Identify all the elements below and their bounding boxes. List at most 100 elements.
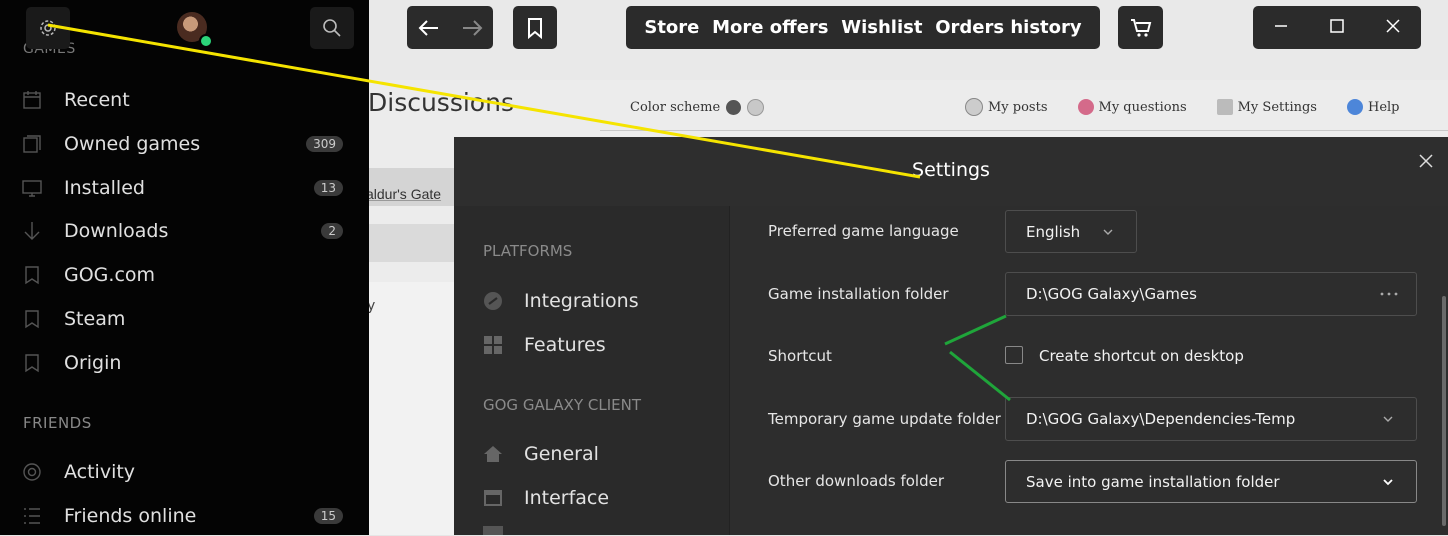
count-badge: 2 bbox=[321, 223, 343, 239]
thread-link[interactable]: aldur's Gate bbox=[366, 186, 441, 202]
cart-button[interactable] bbox=[1118, 6, 1163, 49]
chevron-down-icon bbox=[1103, 229, 1113, 235]
sidebar-item-label: Owned games bbox=[64, 133, 201, 155]
language-select[interactable]: English bbox=[1005, 210, 1137, 253]
friends-section-header: FRIENDS bbox=[23, 414, 92, 432]
other-downloads-select[interactable]: Save into game installation folder bbox=[1005, 460, 1417, 503]
platforms-header: PLATFORMS bbox=[483, 242, 573, 260]
list-icon bbox=[24, 508, 40, 524]
sidebar-item-installed[interactable]: Installed 13 bbox=[0, 168, 369, 208]
settings-nav-features[interactable]: Features bbox=[483, 327, 723, 363]
settings-nav-label: Integrations bbox=[524, 290, 639, 312]
settings-scrollbar[interactable] bbox=[1442, 296, 1446, 526]
sidebar-item-owned-games[interactable]: Owned games 309 bbox=[0, 124, 369, 164]
library-icon bbox=[23, 135, 41, 153]
temp-folder-select[interactable]: D:\GOG Galaxy\Dependencies-Temp bbox=[1005, 397, 1417, 441]
gear-icon bbox=[40, 20, 56, 36]
client-header: GOG GALAXY CLIENT bbox=[483, 396, 641, 414]
bookmark-icon bbox=[25, 354, 39, 373]
settings-nav-interface[interactable]: Interface bbox=[483, 480, 723, 516]
bookmark-icon bbox=[25, 310, 39, 329]
search-icon bbox=[323, 19, 341, 37]
install-folder-field[interactable]: D:\GOG Galaxy\Games bbox=[1005, 272, 1417, 316]
sidebar-item-downloads[interactable]: Downloads 2 bbox=[0, 211, 369, 251]
store-link[interactable]: Store bbox=[644, 17, 699, 38]
back-button[interactable] bbox=[407, 6, 450, 49]
sidebar-item-label: GOG.com bbox=[64, 264, 156, 286]
shortcut-checkbox-label[interactable]: Create shortcut on desktop bbox=[1039, 347, 1244, 365]
minimize-icon bbox=[1275, 24, 1287, 27]
sidebar-item-label: Friends online bbox=[64, 505, 197, 527]
other-downloads-value: Save into game installation folder bbox=[1026, 472, 1280, 491]
my-questions-link[interactable]: My questions bbox=[1077, 98, 1187, 116]
window-icon bbox=[484, 490, 502, 506]
settings-nav-label: Features bbox=[524, 334, 606, 356]
maximize-icon bbox=[1330, 18, 1344, 33]
other-downloads-label: Other downloads folder bbox=[768, 472, 945, 490]
close-icon bbox=[1386, 18, 1400, 33]
help-link[interactable]: Help bbox=[1346, 98, 1400, 116]
sidebar-item-gog[interactable]: GOG.com bbox=[0, 255, 369, 295]
window-controls bbox=[1253, 6, 1421, 49]
close-icon bbox=[1419, 154, 1433, 168]
shortcut-checkbox[interactable] bbox=[1005, 346, 1023, 364]
grid-icon bbox=[484, 336, 502, 354]
count-badge: 13 bbox=[313, 180, 343, 196]
discussions-title: Discussions bbox=[368, 88, 514, 117]
settings-nav-label: General bbox=[524, 443, 599, 465]
install-folder-value: D:\GOG Galaxy\Games bbox=[1026, 285, 1197, 303]
install-folder-label: Game installation folder bbox=[768, 285, 949, 303]
settings-nav-label: Interface bbox=[524, 487, 610, 509]
sidebar-item-label: Activity bbox=[64, 461, 136, 483]
count-badge: 309 bbox=[306, 136, 343, 152]
forward-button[interactable] bbox=[450, 6, 493, 49]
settings-button[interactable] bbox=[26, 7, 70, 49]
more-offers-link[interactable]: More offers bbox=[712, 17, 828, 38]
clock-icon bbox=[965, 98, 983, 116]
settings-nav-integrations[interactable]: Integrations bbox=[483, 283, 723, 319]
content-band bbox=[369, 224, 459, 262]
monitor-icon bbox=[22, 180, 42, 197]
my-settings-link[interactable]: My Settings bbox=[1216, 98, 1317, 116]
language-value: English bbox=[1026, 222, 1081, 241]
next-nav-icon-partial bbox=[483, 526, 503, 535]
color-scheme-switch[interactable]: Color scheme bbox=[630, 99, 765, 116]
light-scheme-dot[interactable] bbox=[747, 99, 765, 116]
sidebar-item-recent[interactable]: Recent bbox=[0, 80, 369, 120]
sidebar-item-origin[interactable]: Origin bbox=[0, 343, 369, 383]
calendar-icon bbox=[23, 91, 41, 109]
store-nav: Store More offers Wishlist Orders histor… bbox=[626, 6, 1100, 49]
bookmark-icon bbox=[528, 17, 542, 39]
settings-close-button[interactable] bbox=[1413, 148, 1439, 174]
temp-folder-label: Temporary game update folder bbox=[768, 410, 1001, 428]
sidebar-item-label: Steam bbox=[64, 308, 126, 330]
color-scheme-label: Color scheme bbox=[630, 100, 721, 115]
history-nav bbox=[407, 6, 493, 49]
maximize-button[interactable] bbox=[1329, 18, 1345, 38]
link-icon bbox=[484, 292, 502, 310]
sidebar-item-steam[interactable]: Steam bbox=[0, 299, 369, 339]
bookmark-icon bbox=[25, 266, 39, 285]
sidebar-item-activity[interactable]: Activity bbox=[0, 452, 369, 492]
sidebar-item-label: Origin bbox=[64, 352, 122, 374]
close-window-button[interactable] bbox=[1385, 18, 1401, 38]
settings-page-icon bbox=[1216, 99, 1233, 115]
language-label: Preferred game language bbox=[768, 222, 959, 240]
settings-nav-general[interactable]: General bbox=[483, 436, 723, 472]
orders-history-link[interactable]: Orders history bbox=[935, 17, 1081, 38]
help-icon bbox=[1346, 99, 1363, 115]
chevron-down-icon bbox=[1383, 478, 1393, 485]
search-button[interactable] bbox=[310, 7, 354, 49]
wishlist-link[interactable]: Wishlist bbox=[841, 17, 922, 38]
chevron-down-icon bbox=[1383, 416, 1393, 422]
bookmark-button[interactable] bbox=[513, 6, 557, 49]
my-posts-link[interactable]: My posts bbox=[965, 98, 1048, 116]
sidebar-item-friends-online[interactable]: Friends online 15 bbox=[0, 496, 369, 536]
shortcut-label: Shortcut bbox=[768, 347, 832, 365]
sidebar-item-label: Installed bbox=[64, 177, 145, 199]
minimize-button[interactable] bbox=[1273, 18, 1289, 38]
home-icon bbox=[484, 446, 502, 462]
dark-scheme-dot[interactable] bbox=[726, 100, 742, 115]
download-icon bbox=[24, 222, 40, 240]
sidebar-item-label: Recent bbox=[64, 89, 130, 111]
